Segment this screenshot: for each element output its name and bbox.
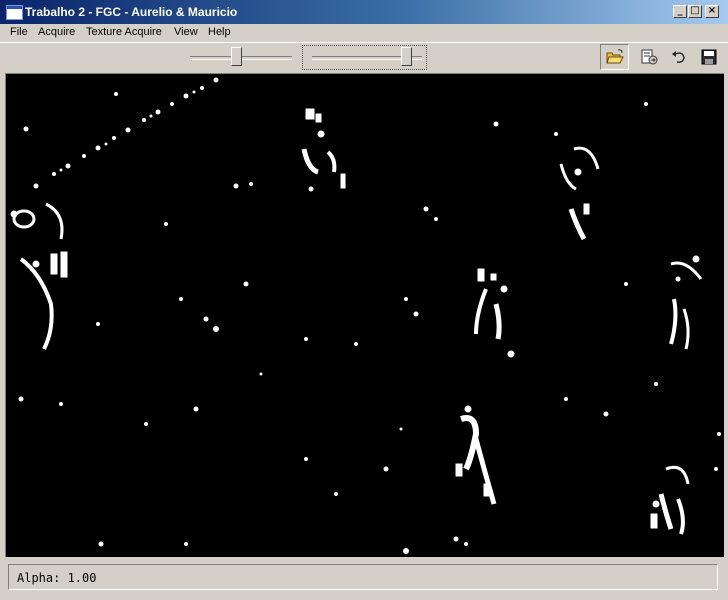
threshold-slider[interactable] — [190, 47, 292, 67]
player-blob — [10, 202, 68, 350]
player-blob — [474, 268, 515, 358]
thresholded-image — [10, 77, 721, 554]
player-blob — [301, 108, 346, 192]
menu-texture-acquire[interactable]: Texture Acquire — [86, 26, 162, 38]
maximize-button[interactable]: □ — [688, 5, 702, 18]
close-button[interactable]: × — [705, 5, 719, 18]
app-window: Trabalho 2 - FGC - Aurelio & Mauricio _ … — [0, 0, 728, 600]
save-button[interactable] — [694, 44, 723, 70]
image-noise — [18, 92, 721, 554]
menu-file[interactable]: File — [10, 26, 28, 38]
alpha-slider[interactable] — [312, 47, 422, 67]
undo-button[interactable] — [664, 44, 693, 70]
export-icon — [641, 49, 657, 65]
app-icon — [6, 5, 23, 20]
field-line — [33, 77, 219, 189]
undo-icon — [671, 51, 685, 63]
export-button[interactable] — [634, 44, 663, 70]
open-button[interactable] — [600, 44, 629, 70]
menu-acquire[interactable]: Acquire — [38, 26, 75, 38]
alpha-status: Alpha: 1.00 — [17, 571, 97, 585]
window-title: Trabalho 2 - FGC - Aurelio & Mauricio — [25, 5, 238, 19]
player-blob — [669, 255, 703, 350]
slider-thumb[interactable] — [401, 47, 412, 66]
image-viewport[interactable] — [5, 73, 724, 557]
image-features — [10, 77, 721, 554]
menu-bar: File Acquire Texture Acquire View Help — [0, 24, 728, 42]
player-blob — [455, 405, 497, 505]
minimize-button[interactable]: _ — [673, 5, 687, 18]
player-blob — [559, 146, 600, 241]
menu-help[interactable]: Help — [208, 26, 231, 38]
save-icon — [701, 49, 716, 65]
player-blob — [650, 465, 690, 535]
slider-thumb[interactable] — [231, 47, 242, 66]
open-folder-icon — [605, 49, 624, 64]
menu-view[interactable]: View — [174, 26, 198, 38]
title-bar[interactable]: Trabalho 2 - FGC - Aurelio & Mauricio _ … — [0, 0, 728, 24]
status-bar: Alpha: 1.00 — [8, 564, 718, 590]
